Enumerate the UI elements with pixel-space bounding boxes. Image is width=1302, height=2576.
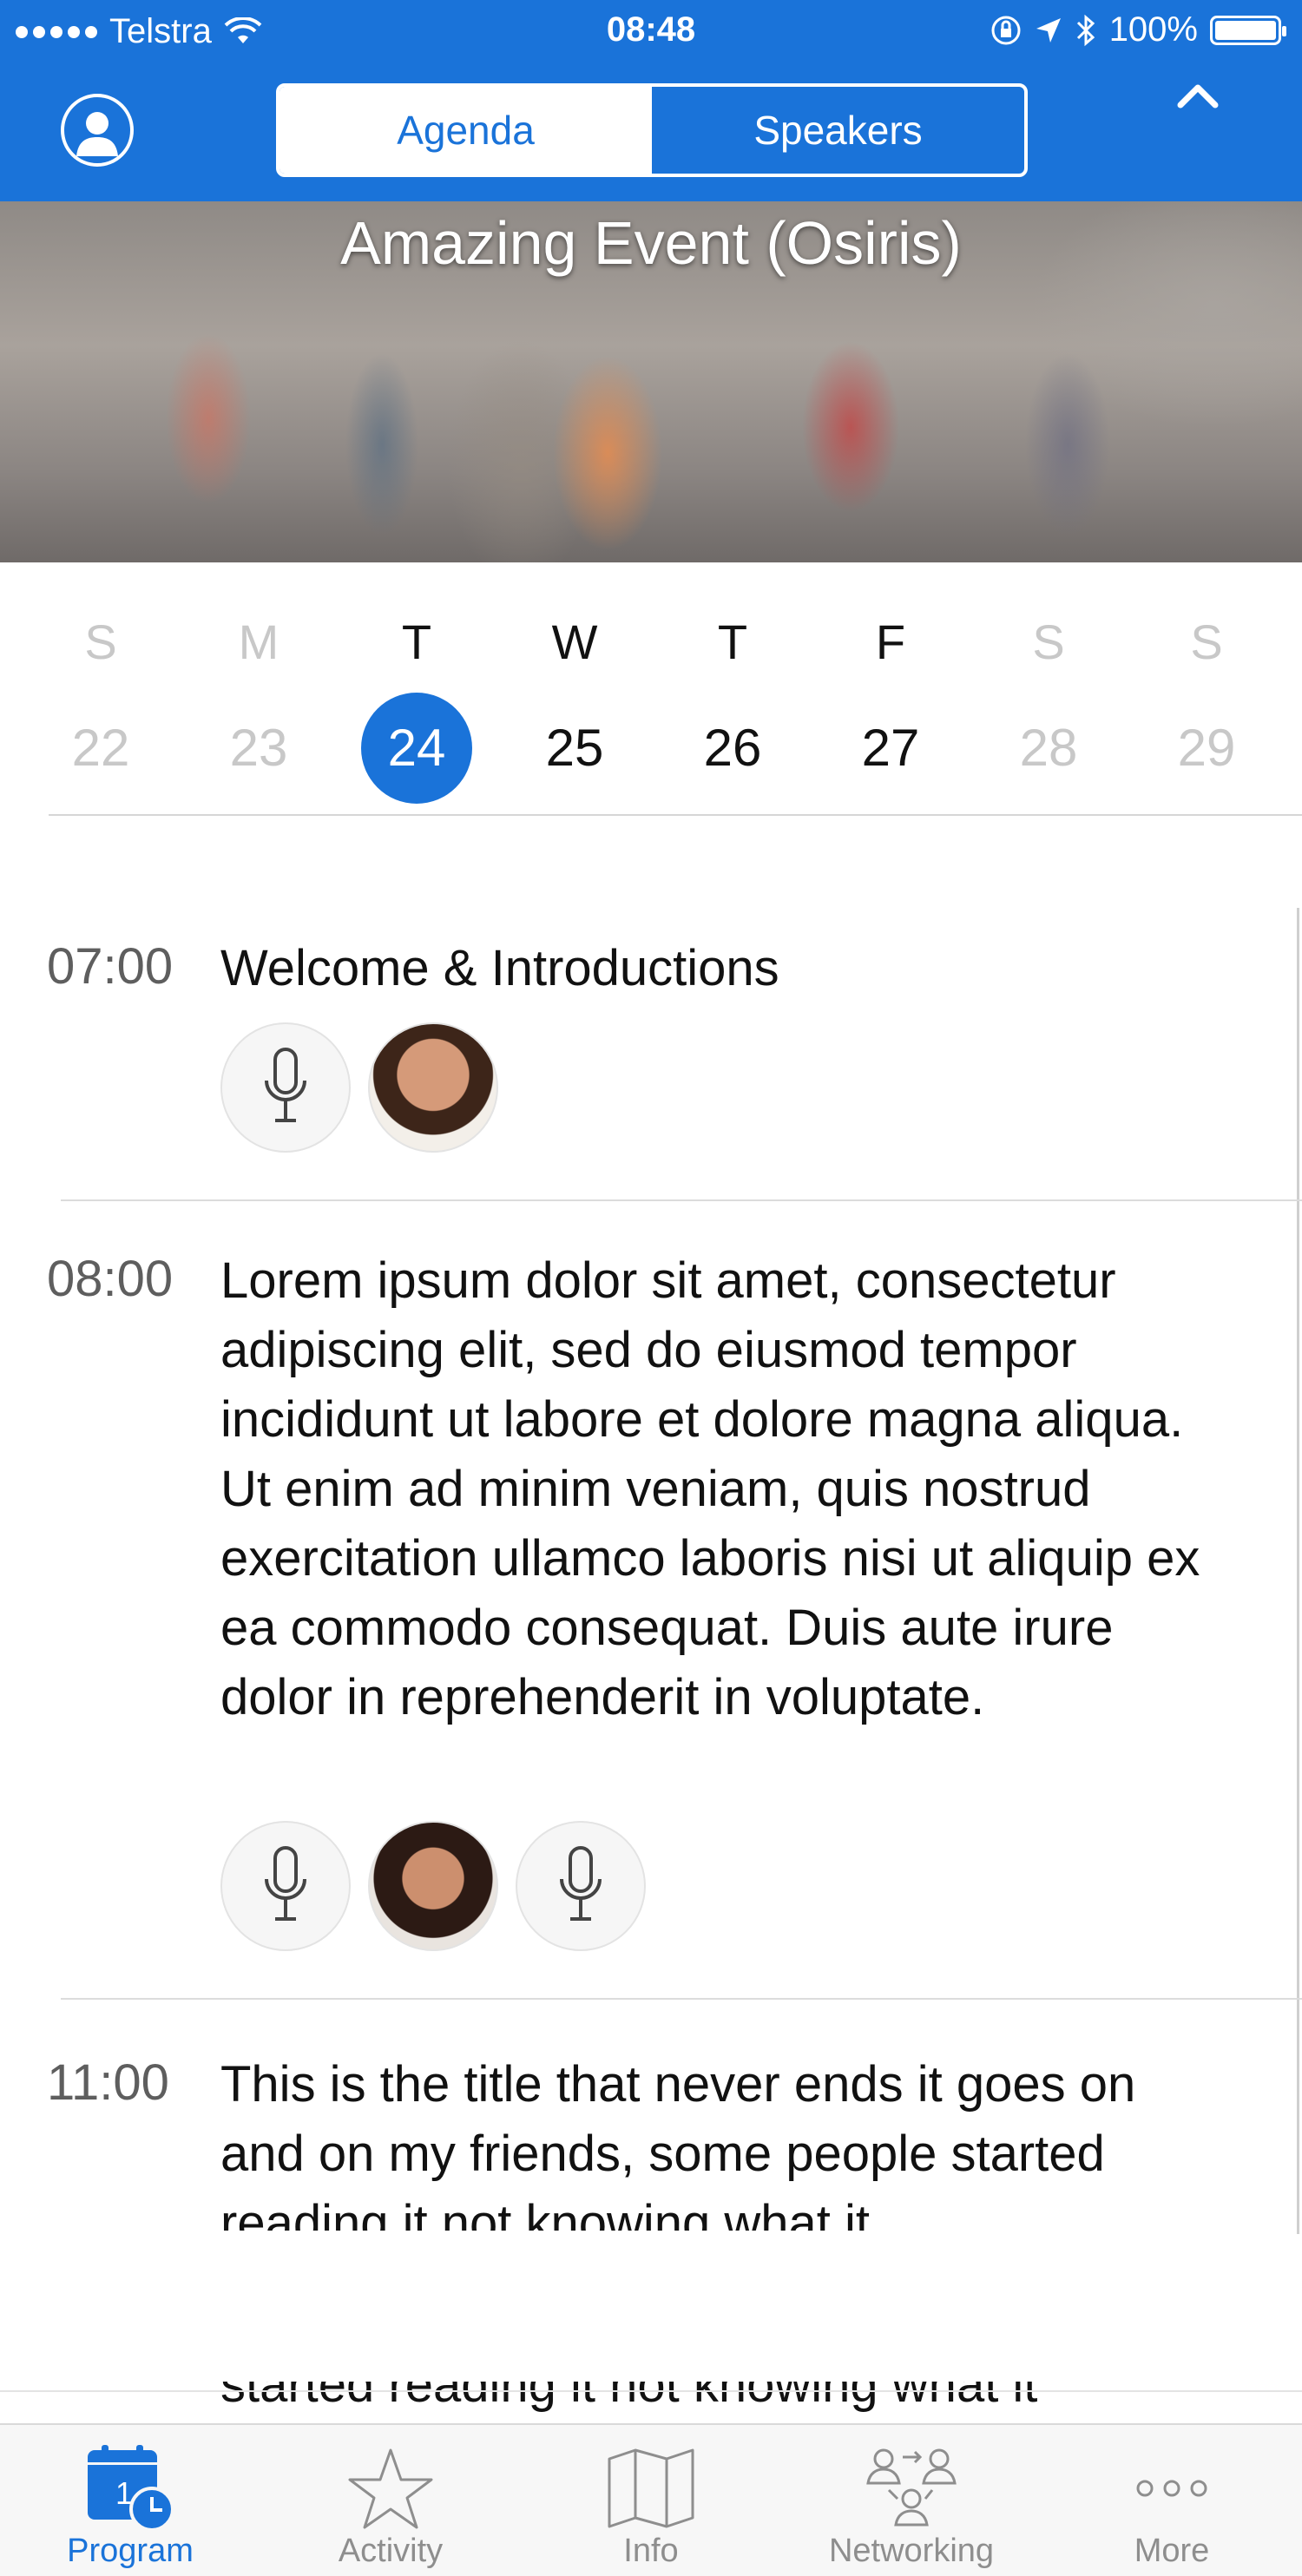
tab-label: Info [623, 2533, 679, 2569]
day-fri-27[interactable]: F 27 [830, 599, 951, 804]
scroll-indicator[interactable] [1297, 908, 1299, 2234]
speaker-photo[interactable] [368, 1022, 498, 1153]
battery-icon [1210, 15, 1286, 45]
profile-button[interactable] [61, 94, 134, 167]
day-mon-23[interactable]: M 23 [198, 599, 319, 804]
day-of-week: F [875, 614, 906, 669]
day-number: 26 [703, 719, 762, 777]
day-sun-22[interactable]: S 22 [40, 599, 161, 804]
day-sun-29[interactable]: S 29 [1146, 599, 1267, 804]
session-time: 11:00 [47, 2054, 169, 2111]
session-item-clipped[interactable]: 11:00 This is the title that never ends … [0, 2048, 1302, 2231]
day-number: 23 [229, 719, 288, 777]
networking-icon [866, 2448, 957, 2527]
scrolled-text-fragment: started reading it not knowing what it [220, 2382, 1210, 2420]
tab-speakers[interactable]: Speakers [652, 87, 1024, 174]
day-number: 22 [71, 719, 130, 777]
day-of-week: S [84, 614, 117, 669]
calendar-clock-icon: 1 [88, 2445, 174, 2532]
location-arrow-icon [1036, 17, 1061, 43]
day-thu-26[interactable]: T 26 [672, 599, 793, 804]
speaker-placeholder[interactable] [220, 1821, 351, 1951]
session-divider [61, 1199, 1302, 1201]
battery-percent: 100% [1108, 10, 1198, 49]
day-of-week: M [238, 614, 279, 669]
collapse-header-button[interactable] [1170, 75, 1226, 116]
microphone-icon [265, 1846, 306, 1921]
bottom-tab-bar: 1 Program Activity Info Networking More [0, 2423, 1302, 2576]
bluetooth-icon [1076, 14, 1095, 46]
view-segmented-control: Agenda Speakers [276, 83, 1028, 177]
day-picker: S 22 M 23 T 24 W 25 T 26 F 27 S 28 S 29 [0, 599, 1302, 816]
tab-agenda[interactable]: Agenda [279, 87, 652, 174]
microphone-icon [560, 1846, 602, 1921]
session-title: Welcome & Introductions [220, 940, 779, 996]
day-number: 27 [861, 719, 920, 777]
speaker-placeholder[interactable] [220, 1022, 351, 1153]
tab-info[interactable]: Info [521, 2425, 781, 2576]
day-of-week: W [551, 614, 598, 669]
rotation-lock-icon [991, 16, 1021, 44]
day-of-week: S [1190, 614, 1223, 669]
map-icon [608, 2448, 694, 2528]
status-bar: Telstra 08:48 100% [0, 0, 1302, 62]
tab-label: Networking [828, 2533, 995, 2569]
day-number: 28 [1019, 719, 1078, 777]
tab-label: Program [67, 2533, 194, 2569]
speaker-photo[interactable] [368, 1821, 498, 1951]
day-of-week: T [717, 614, 748, 669]
event-title: Amazing Event (Osiris) [340, 209, 962, 277]
event-hero-banner: Amazing Event (Osiris) [0, 201, 1302, 562]
speaker-placeholder[interactable] [516, 1821, 646, 1951]
session-speakers [220, 1821, 646, 1951]
tab-label: More [1134, 2533, 1210, 2569]
day-number: 24 [361, 693, 472, 804]
scrolled-text: started reading it not knowing what it [220, 2382, 1038, 2413]
day-sat-28[interactable]: S 28 [988, 599, 1109, 804]
day-of-week: T [401, 614, 432, 669]
tab-more[interactable]: More [1042, 2425, 1302, 2576]
tabbar-shadow-line [0, 2390, 1302, 2392]
day-number: 29 [1177, 719, 1236, 777]
tab-networking[interactable]: Networking [781, 2425, 1042, 2576]
tab-label: Activity [338, 2533, 444, 2569]
day-picker-divider [49, 814, 1302, 816]
day-number: 25 [545, 719, 604, 777]
day-wed-25[interactable]: W 25 [514, 599, 635, 804]
day-tue-24[interactable]: T 24 [356, 599, 477, 804]
session-speakers [220, 1022, 498, 1153]
user-avatar-icon [76, 112, 118, 156]
session-title: Lorem ipsum dolor sit amet, consectetur … [220, 1252, 1200, 1725]
session-divider [61, 1998, 1302, 2000]
top-bar: Telstra 08:48 100% Agenda Speakers [0, 0, 1302, 201]
session-time: 07:00 [47, 938, 174, 995]
tab-activity[interactable]: Activity [260, 2425, 521, 2576]
tab-program[interactable]: 1 Program [0, 2425, 260, 2576]
session-time: 08:00 [47, 1251, 174, 1307]
microphone-icon [265, 1048, 306, 1122]
session-title: This is the title that never ends it goe… [220, 2056, 1136, 2231]
chevron-up-icon [1177, 84, 1219, 108]
star-icon [348, 2448, 433, 2529]
more-dots-icon [1136, 2480, 1207, 2497]
day-of-week: S [1032, 614, 1065, 669]
